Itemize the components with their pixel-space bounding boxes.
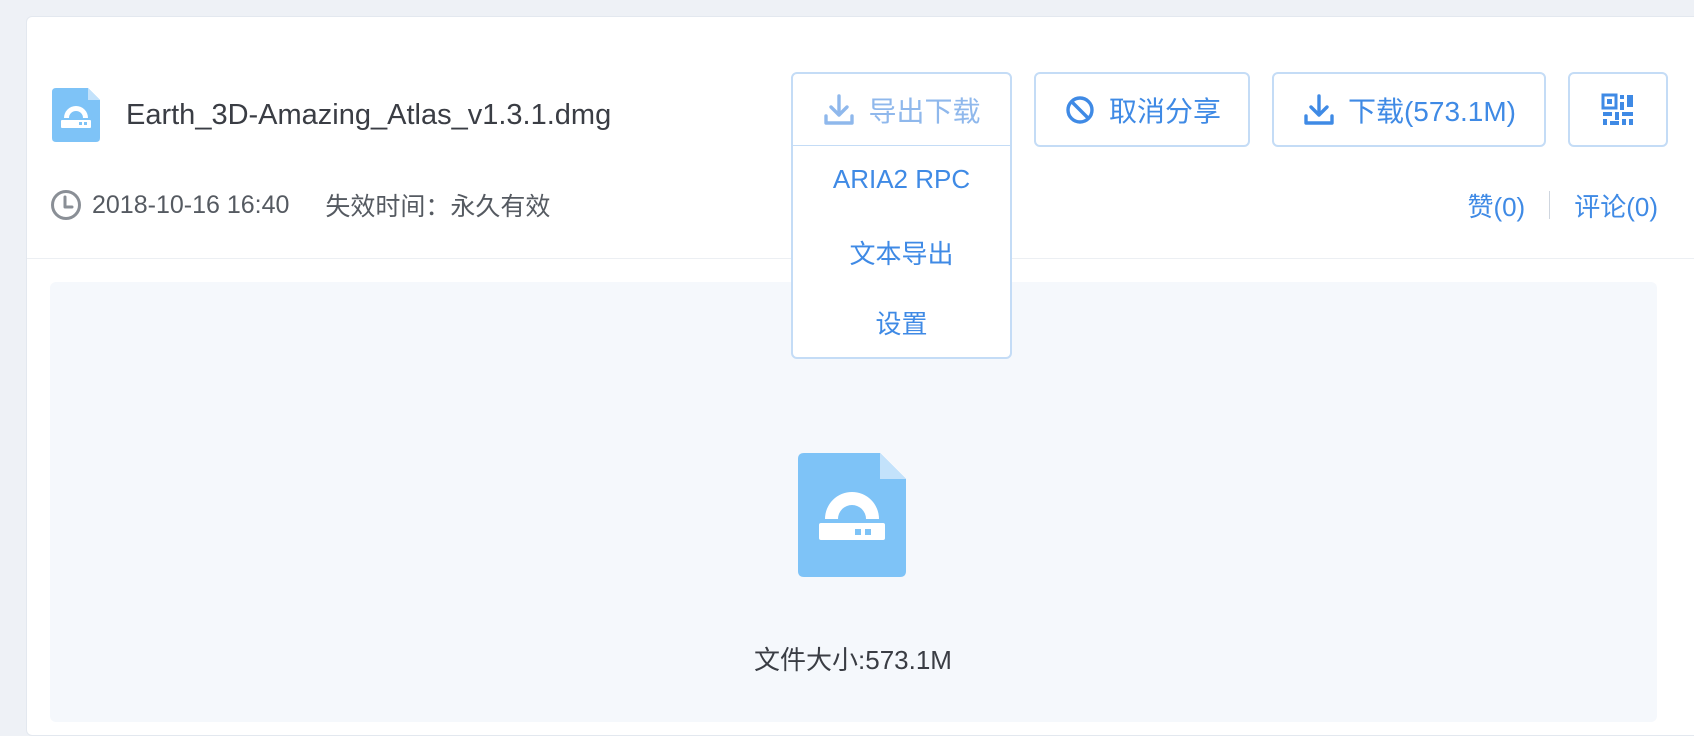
export-download-button[interactable]: 导出下载 — [791, 72, 1012, 147]
file-size: 文件大小:573.1M — [754, 645, 952, 675]
qr-code-button[interactable] — [1568, 72, 1668, 147]
expire-time: 失效时间：永久有效 — [325, 193, 551, 221]
download-button[interactable]: 下载(573.1M) — [1272, 72, 1546, 147]
clock-icon — [51, 190, 81, 220]
export-dropdown-menu: ARIA2 RPC 文本导出 设置 — [791, 145, 1012, 359]
social-divider — [1549, 191, 1551, 219]
cancel-share-button[interactable]: 取消分享 — [1034, 72, 1250, 147]
comment-link[interactable]: 评论(0) — [1574, 187, 1658, 224]
file-meta: 2018-10-16 16:40 失效时间：永久有效 — [50, 188, 550, 222]
menu-item-settings[interactable]: 设置 — [793, 304, 1010, 374]
file-name: Earth_3D-Amazing_Atlas_v1.3.1.dmg — [126, 99, 612, 131]
download-icon — [824, 93, 855, 125]
download-icon — [1304, 93, 1334, 125]
social-actions: 赞(0) 评论(0) — [1467, 188, 1658, 222]
qr-code-icon — [1601, 93, 1633, 125]
ban-icon — [1066, 95, 1094, 124]
menu-item-text-export[interactable]: 文本导出 — [793, 234, 1010, 304]
download-label: 下载(573.1M) — [1347, 95, 1517, 127]
dmg-file-preview-icon — [798, 453, 906, 577]
menu-item-aria2-rpc[interactable]: ARIA2 RPC — [793, 164, 1010, 234]
cancel-share-label: 取消分享 — [1108, 95, 1221, 127]
export-download-label: 导出下载 — [868, 95, 981, 127]
like-link[interactable]: 赞(0) — [1467, 187, 1525, 224]
created-time: 2018-10-16 16:40 — [92, 190, 290, 219]
dmg-file-icon — [52, 88, 100, 142]
